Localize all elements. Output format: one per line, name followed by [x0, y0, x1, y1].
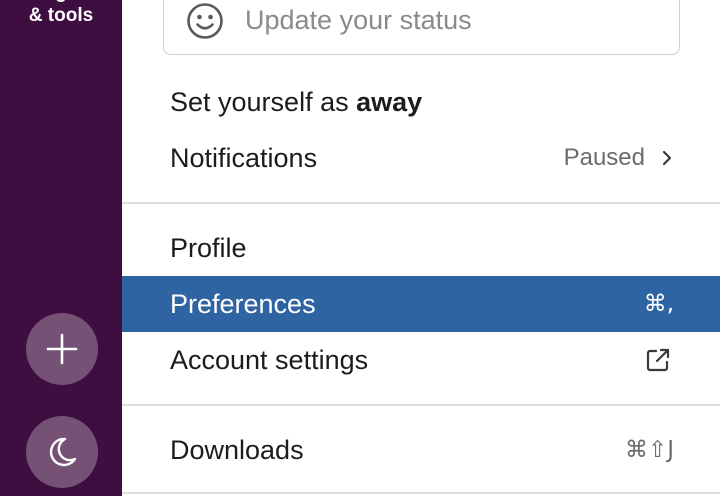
- downloads-shortcut: ⌘⇧J: [624, 437, 674, 463]
- moon-icon: [49, 437, 77, 467]
- menu-divider: [122, 492, 720, 494]
- add-workspace-button[interactable]: [26, 313, 98, 385]
- menu-item-set-away[interactable]: Set yourself as away: [122, 74, 720, 130]
- app-window: g & tools Update your status S: [0, 0, 720, 496]
- notifications-status: Paused: [563, 144, 645, 171]
- menu-item-notifications[interactable]: Notifications Paused: [122, 130, 720, 186]
- plus-icon: [46, 333, 78, 365]
- status-input[interactable]: Update your status: [163, 0, 680, 55]
- away-bold: away: [356, 87, 423, 117]
- menu-item-account-settings[interactable]: Account settings: [122, 332, 720, 388]
- menu-item-label: Set yourself as away: [170, 74, 422, 130]
- smiley-icon: [187, 3, 223, 39]
- menu-item-label: Preferences: [170, 289, 316, 319]
- menu-item-downloads[interactable]: Downloads ⌘⇧J: [122, 422, 720, 478]
- menu-item-label: Profile: [170, 233, 247, 263]
- sidebar-label-tools[interactable]: & tools: [0, 5, 122, 27]
- menu-divider: [122, 202, 720, 204]
- theme-toggle-button[interactable]: [26, 416, 98, 488]
- chevron-right-icon: [662, 150, 672, 166]
- menu-item-profile[interactable]: Profile: [122, 220, 720, 276]
- workspace-sidebar: g & tools: [0, 0, 122, 496]
- away-prefix: Set yourself as: [170, 87, 357, 117]
- user-menu: Update your status Set yourself as away …: [122, 0, 720, 496]
- preferences-shortcut: ⌘,: [643, 291, 674, 317]
- menu-item-label: Account settings: [170, 345, 369, 375]
- menu-item-preferences[interactable]: Preferences ⌘,: [122, 276, 720, 332]
- menu-item-label: Downloads: [170, 435, 304, 465]
- status-placeholder: Update your status: [245, 5, 472, 35]
- external-link-icon: [646, 348, 670, 372]
- sidebar-label-cut: g: [0, 0, 122, 4]
- menu-item-label: Notifications: [170, 143, 318, 173]
- menu-divider: [122, 404, 720, 406]
